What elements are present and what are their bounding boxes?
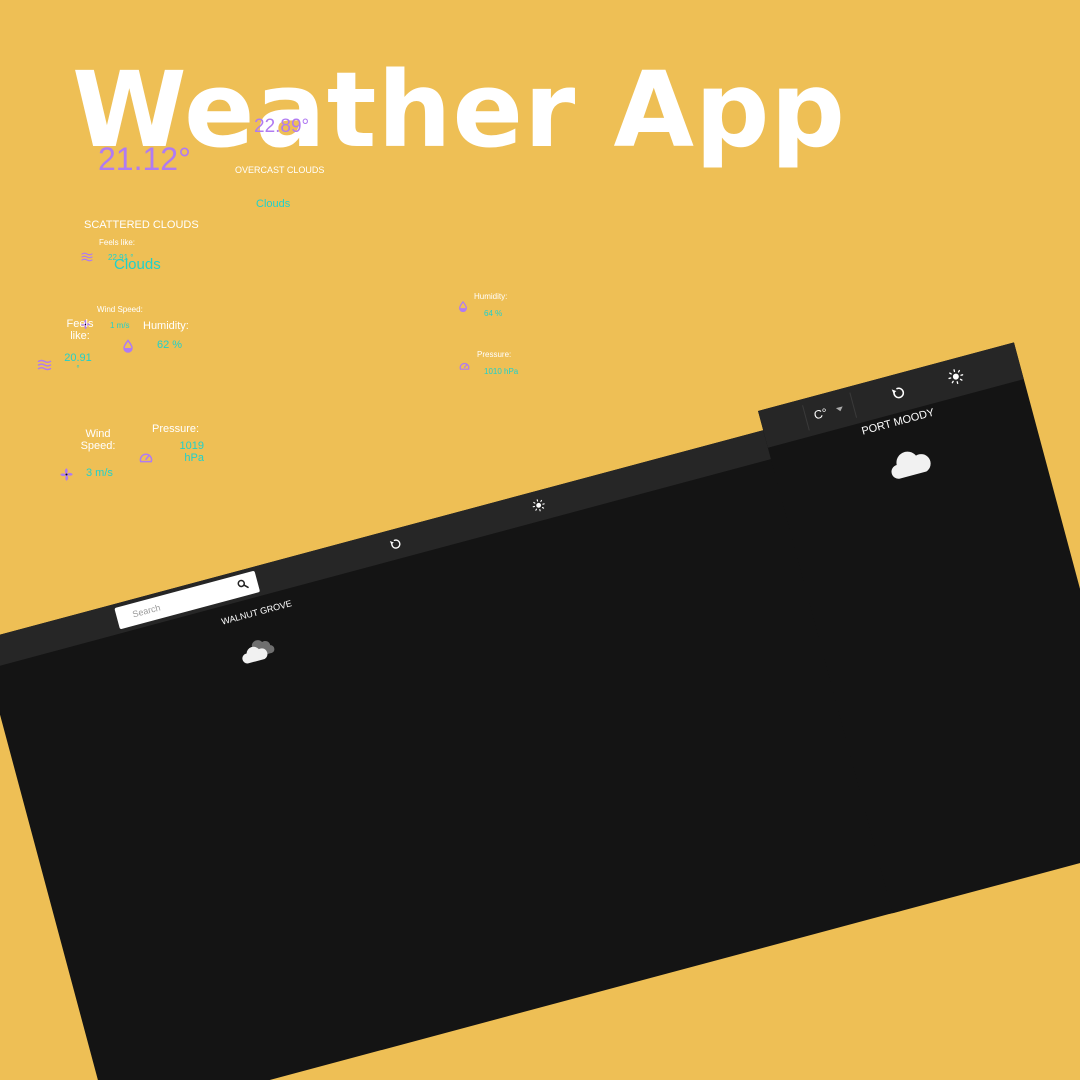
humidity-value: 64 % — [484, 309, 503, 318]
weather-description: OVERCAST CLOUDS — [235, 165, 325, 175]
feels-like-label: Feels like: — [60, 318, 100, 342]
pressure-value: 1019 hPa — [164, 440, 204, 464]
feels-like-value-line2: ° — [76, 364, 80, 373]
feels-like-label-line2: like: — [70, 330, 90, 342]
weather-main: Clouds — [256, 198, 291, 210]
refresh-icon[interactable] — [388, 537, 403, 552]
desktop-app-screenshot: WALNUT GROVE — [0, 427, 902, 1080]
wind-speed-value: 1 m/s — [110, 321, 130, 330]
search-input[interactable] — [130, 579, 235, 622]
cloud-icon — [886, 443, 936, 481]
feels-like-label: Feels like: — [99, 238, 136, 247]
pressure-label: Pressure: — [152, 423, 200, 435]
unit-select-value: C° — [812, 405, 829, 423]
humidity-value: 62 % — [157, 339, 183, 351]
pressure-value-line1: 1019 — [179, 440, 204, 452]
fan-icon — [59, 467, 74, 482]
cloud-icon — [237, 634, 278, 666]
caret-down-icon — [835, 406, 844, 413]
temperature: 22.89° — [254, 116, 310, 137]
droplet-icon — [122, 339, 134, 353]
gauge-icon — [459, 361, 470, 371]
weather-main: Clouds — [114, 256, 161, 273]
weather-description: SCATTERED CLOUDS — [84, 219, 199, 231]
unit-select[interactable]: C° — [802, 392, 858, 431]
wind-waves-icon — [37, 359, 52, 371]
pressure-value-line2: hPa — [184, 452, 204, 464]
refresh-icon[interactable] — [890, 385, 907, 402]
desktop-toolbar — [0, 427, 780, 669]
temperature: 21.12° — [98, 141, 191, 177]
wind-speed-label: Wind Speed: — [78, 428, 118, 452]
wind-speed-label: Wind Speed: — [97, 305, 143, 314]
wind-speed-value: 3 m/s — [86, 467, 113, 479]
feels-like-label-line1: Feels — [66, 318, 94, 330]
pressure-label: Pressure: — [477, 350, 512, 359]
pressure-value: 1010 hPa — [484, 367, 519, 376]
feels-like-value: 20.91 ° — [58, 352, 98, 373]
wind-speed-label-line2: Speed: — [80, 440, 116, 452]
droplet-icon — [458, 301, 468, 312]
sun-icon[interactable] — [946, 367, 966, 387]
wind-speed-label-line1: Wind — [85, 428, 111, 440]
gauge-icon — [139, 451, 153, 464]
humidity-label: Humidity: — [143, 320, 189, 332]
search-icon[interactable] — [235, 577, 250, 592]
wind-waves-icon — [81, 252, 93, 262]
humidity-label: Humidity: — [474, 292, 508, 301]
sun-icon[interactable] — [531, 497, 547, 513]
feels-like-value-line1: 20.91 — [64, 352, 92, 364]
